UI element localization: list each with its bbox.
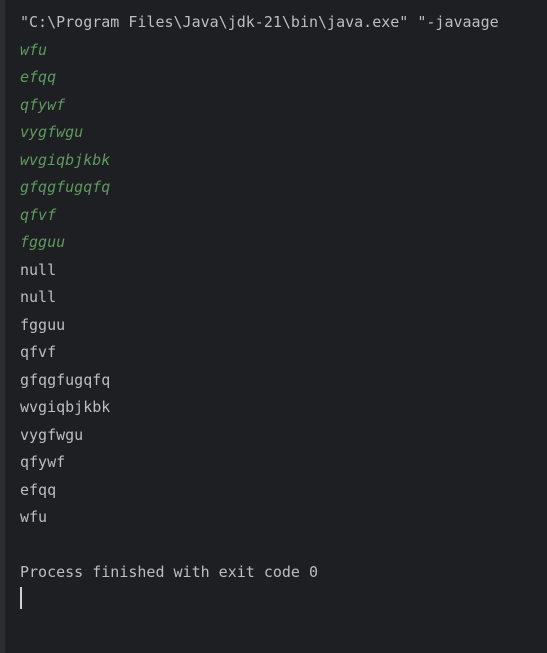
- blank-line: [20, 532, 547, 560]
- input-line: qfvf: [20, 205, 57, 224]
- output-line: qfywf: [20, 453, 66, 471]
- output-line: wvgiqbjkbk: [20, 398, 111, 416]
- input-line: wfu: [20, 40, 48, 59]
- input-line: efqq: [20, 68, 57, 86]
- output-line: qfvf: [20, 343, 57, 361]
- command-line: "C:\Program Files\Java\jdk-21\bin\java.e…: [20, 13, 499, 31]
- output-line: vygfwgu: [20, 425, 84, 444]
- console-output: "C:\Program Files\Java\jdk-21\bin\java.e…: [20, 9, 547, 587]
- output-line: wfu: [20, 508, 48, 526]
- input-line: qfywf: [20, 95, 66, 114]
- text-caret[interactable]: [20, 587, 22, 609]
- input-line: gfqgfugqfq: [20, 178, 111, 196]
- input-line: vygfwgu: [20, 123, 84, 141]
- output-line: fgguu: [20, 315, 66, 334]
- run-console[interactable]: "C:\Program Files\Java\jdk-21\bin\java.e…: [5, 0, 547, 653]
- exit-status-line: Process finished with exit code 0: [20, 563, 319, 581]
- output-line: efqq: [20, 480, 57, 499]
- output-line: gfqgfugqfq: [20, 370, 111, 389]
- output-line: null: [20, 288, 57, 306]
- input-line: fgguu: [20, 233, 66, 251]
- input-line: wvgiqbjkbk: [20, 150, 111, 169]
- output-line: null: [20, 260, 57, 279]
